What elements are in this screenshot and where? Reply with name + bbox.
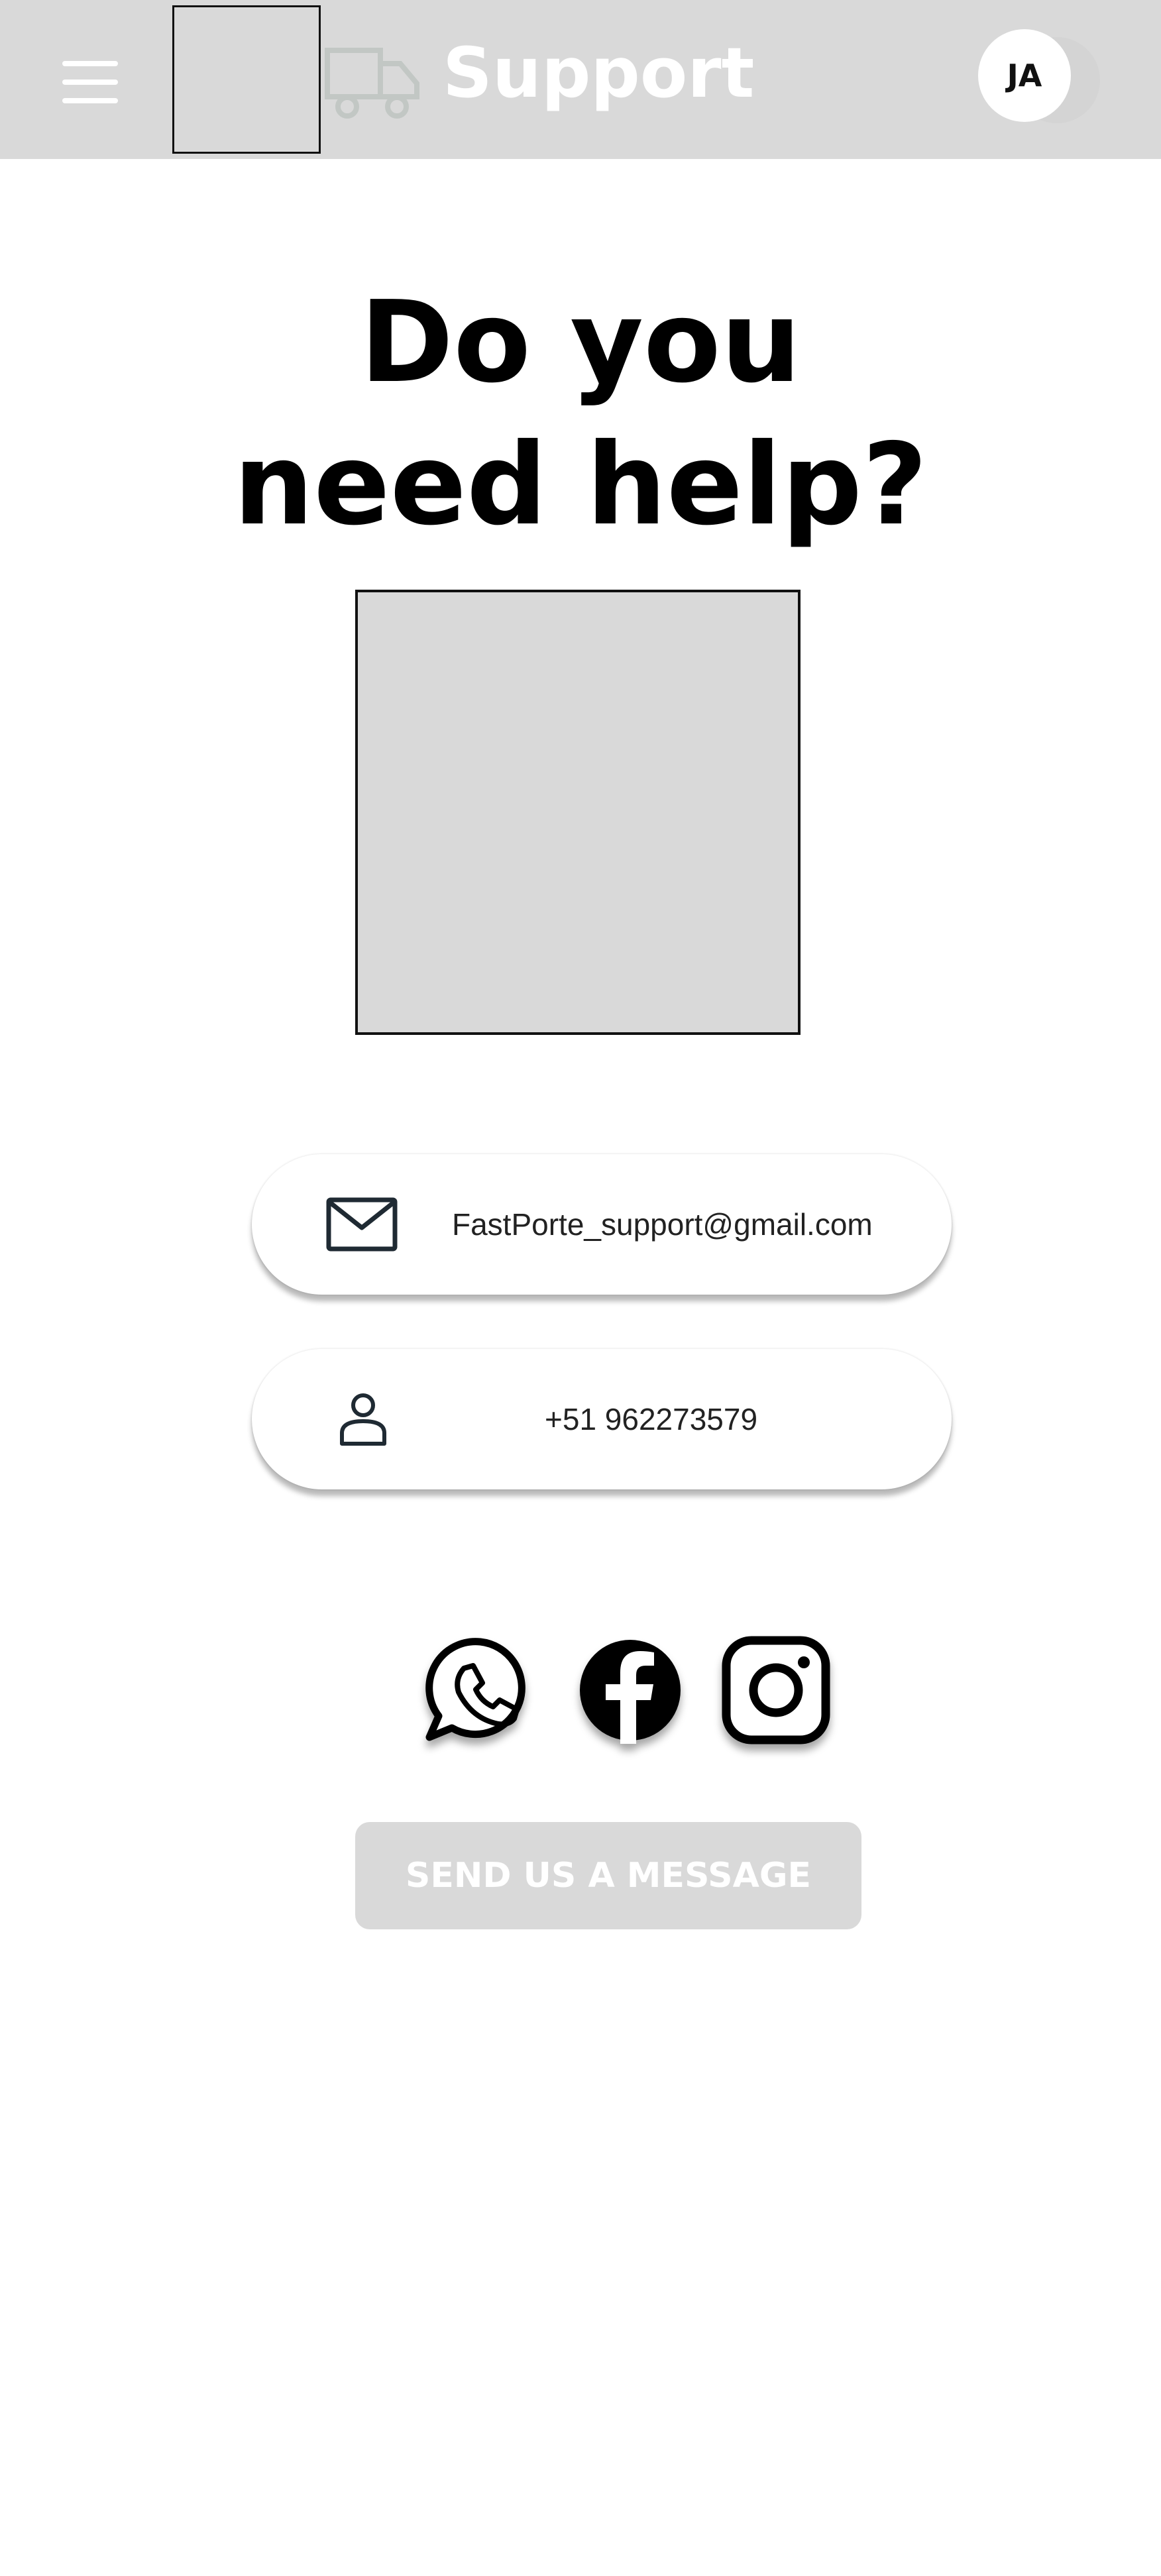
top-app-bar: Support JA	[0, 0, 1161, 159]
phone-contact-card[interactable]: +51 962273579	[252, 1349, 952, 1489]
facebook-icon[interactable]	[574, 1634, 687, 1746]
headline-line-2: need help?	[233, 419, 928, 551]
logo-placeholder	[172, 5, 321, 154]
mail-icon	[326, 1197, 398, 1252]
truck-icon	[325, 48, 419, 119]
whatsapp-icon[interactable]	[424, 1634, 537, 1746]
help-headline: Do you need help?	[0, 272, 1161, 557]
headline-line-1: Do you	[360, 277, 801, 408]
send-message-button[interactable]: SEND US A MESSAGE	[355, 1822, 861, 1929]
hamburger-menu-icon[interactable]	[58, 58, 125, 106]
email-address: FastPorte_support@gmail.com	[452, 1207, 873, 1242]
instagram-icon[interactable]	[720, 1634, 832, 1746]
email-contact-card[interactable]: FastPorte_support@gmail.com	[252, 1154, 952, 1295]
page-title: Support	[443, 32, 755, 113]
phone-number: +51 962273579	[545, 1402, 758, 1436]
person-icon	[340, 1393, 386, 1446]
avatar[interactable]: JA	[978, 29, 1071, 122]
support-image-placeholder	[355, 590, 801, 1035]
